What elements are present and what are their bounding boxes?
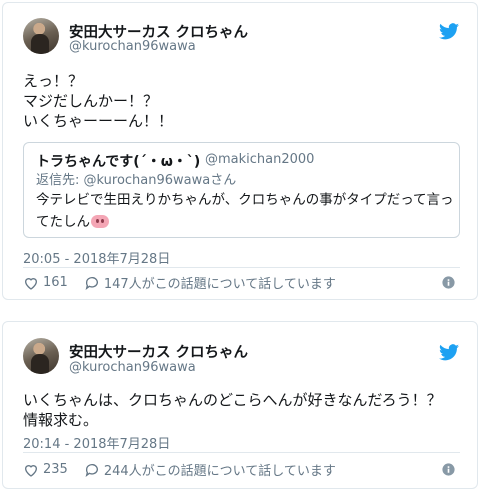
tweet-card[interactable]: 安田大サーカス クロちゃん @kurochan96wawa いくちゃんは、クロち… [2, 321, 478, 489]
comment-icon [85, 276, 98, 290]
divider [23, 267, 460, 268]
pig-nose-emoji [91, 215, 109, 228]
info-icon[interactable] [442, 463, 455, 476]
display-name[interactable]: 安田大サーカス クロちゃん [69, 341, 248, 362]
user-handle[interactable]: @kurochan96wawa [69, 360, 196, 375]
quoted-text-line-2: てたしん [36, 211, 109, 233]
quoted-handle: @makichan2000 [205, 152, 315, 167]
conversation-count: 147人がこの話題について話しています [103, 277, 336, 292]
quoted-display-name: トラちゃんです(´・ω・`) [36, 154, 201, 170]
tweet-card[interactable]: 安田大サーカス クロちゃん @kurochan96wawa えっ！？ マジだしん… [2, 2, 478, 300]
conversation-button[interactable]: 147人がこの話題について話しています [84, 273, 336, 292]
action-bar: 161 147人がこの話題について話しています [23, 273, 336, 292]
like-button[interactable]: 235 [23, 462, 68, 478]
like-button[interactable]: 161 [23, 275, 68, 291]
tweet-text-line: いくちゃんは、クロちゃんのどこらへんが好きなんだろう！？ [23, 391, 442, 409]
tweet-text-line: えっ！？ [23, 72, 84, 90]
divider [23, 452, 460, 453]
twitter-bird-icon[interactable] [439, 344, 459, 361]
tweet-text-line: いくちゃーーーん！！ [23, 112, 174, 130]
quoted-text-line: 今テレビで生田えりかちゃんが、クロちゃんの事がタイプだって言っ [36, 192, 454, 208]
heart-icon [24, 464, 38, 477]
twitter-bird-icon[interactable] [439, 23, 459, 40]
timestamp[interactable]: 20:05 - 2018年7月28日 [23, 248, 170, 267]
avatar[interactable] [23, 338, 59, 374]
avatar[interactable] [23, 18, 59, 54]
action-bar: 235 244人がこの話題について話しています [23, 460, 336, 479]
quoted-tweet[interactable]: トラちゃんです(´・ω・`) @makichan2000 返信先: @kuroc… [23, 142, 460, 238]
conversation-button[interactable]: 244人がこの話題について話しています [84, 460, 336, 479]
tweet-text-line: 情報求む。 [23, 411, 99, 429]
heart-icon [24, 277, 38, 290]
quoted-text: てたしん [36, 214, 90, 230]
info-icon[interactable] [442, 276, 455, 289]
comment-icon [85, 463, 98, 477]
like-count: 235 [43, 462, 68, 477]
conversation-count: 244人がこの話題について話しています [103, 464, 336, 479]
quoted-reply-to: 返信先: @kurochan96wawaさん [36, 173, 237, 188]
user-handle[interactable]: @kurochan96wawa [69, 39, 196, 54]
tweet-text-line: マジだしんかー！？ [23, 92, 159, 110]
like-count: 161 [43, 275, 68, 290]
timestamp[interactable]: 20:14 - 2018年7月28日 [23, 433, 170, 452]
